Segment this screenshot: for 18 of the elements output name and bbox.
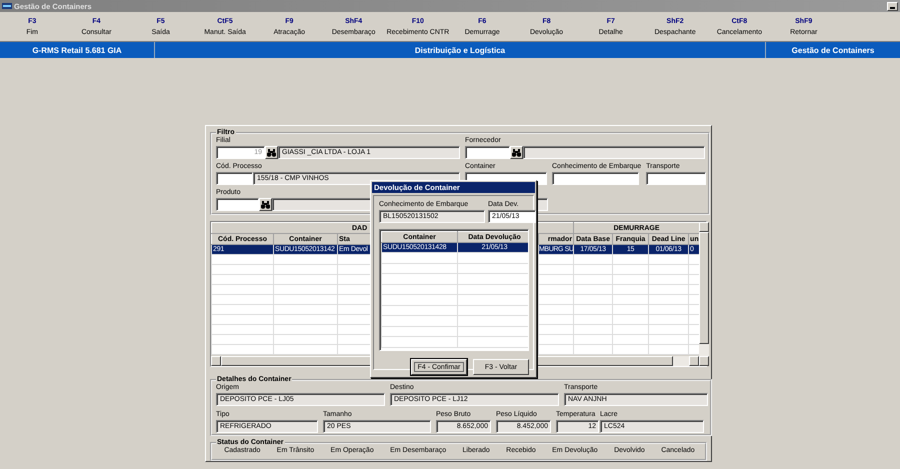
lookup-button[interactable] bbox=[259, 198, 272, 211]
banner-text: Distribuição e Logística bbox=[414, 46, 506, 54]
lookup-button[interactable] bbox=[510, 146, 523, 159]
code-field[interactable] bbox=[216, 172, 253, 185]
minimize-button[interactable] bbox=[887, 2, 898, 10]
banner-text: Gestão de Containers bbox=[792, 46, 874, 54]
binoculars-icon bbox=[261, 200, 270, 208]
vertical-scrollbar[interactable] bbox=[699, 222, 709, 366]
input-field[interactable] bbox=[646, 172, 706, 185]
code-field[interactable] bbox=[465, 146, 510, 159]
input-field[interactable] bbox=[552, 172, 639, 185]
banner-text: G-RMS Retail 5.681 GIA bbox=[32, 46, 122, 54]
binoculars-icon bbox=[267, 148, 276, 156]
name-field[interactable] bbox=[523, 146, 705, 159]
binoculars-icon bbox=[512, 148, 521, 156]
lookup-button[interactable] bbox=[265, 146, 278, 159]
app-logo-icon bbox=[2, 2, 12, 10]
code-field[interactable] bbox=[216, 198, 259, 211]
